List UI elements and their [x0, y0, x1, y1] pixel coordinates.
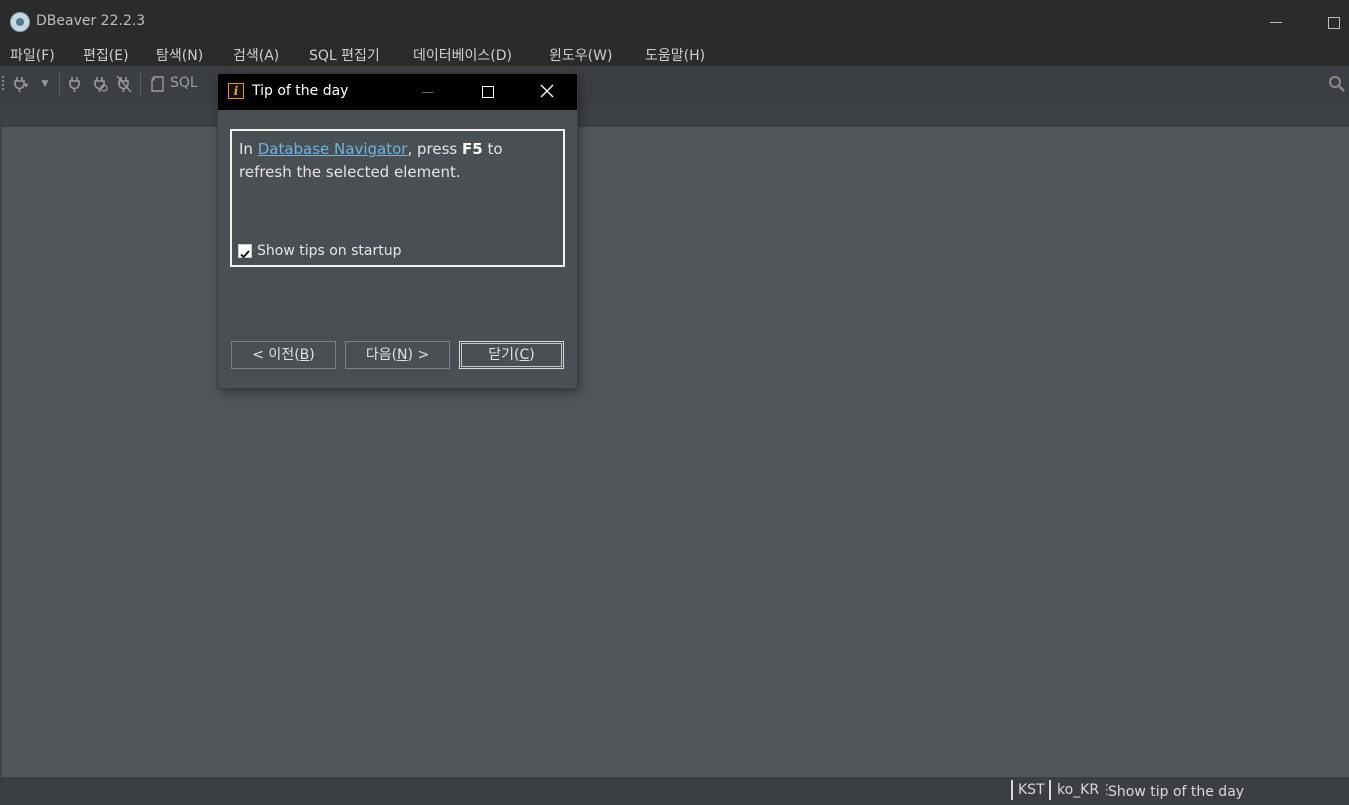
- prev-label-post: ): [309, 347, 315, 363]
- close-mnemonic: C: [519, 347, 530, 363]
- locale-indicator[interactable]: ko_KR: [1057, 782, 1099, 798]
- close-button[interactable]: 닫기(C): [459, 341, 564, 369]
- next-button[interactable]: 다음(N) >: [345, 341, 450, 369]
- minimize-button[interactable]: [1270, 10, 1284, 30]
- tip-of-the-day-dialog: i Tip of the day In Database Navigator, …: [218, 74, 577, 388]
- show-tips-label[interactable]: Show tips on startup: [257, 243, 402, 259]
- dialog-titlebar[interactable]: i Tip of the day: [218, 74, 577, 110]
- main-toolbar: ▼ SQL: [0, 66, 1349, 103]
- timezone-indicator[interactable]: KST: [1018, 782, 1045, 798]
- menu-database[interactable]: 데이터베이스(D): [413, 45, 512, 65]
- status-message: Show tip of the day: [1108, 784, 1245, 800]
- info-icon: i: [228, 83, 244, 99]
- menu-file[interactable]: 파일(F): [10, 45, 55, 65]
- status-separator: [1011, 780, 1013, 800]
- toolbar-separator: [59, 72, 60, 96]
- window-titlebar: DBeaver 22.2.3: [0, 0, 1349, 42]
- checkmark-icon: [240, 250, 250, 259]
- menu-search[interactable]: 검색(A): [233, 45, 279, 65]
- dbeaver-logo-icon: [10, 12, 30, 32]
- next-mnemonic: N: [397, 347, 408, 363]
- prev-label-pre: < 이전(: [252, 347, 300, 363]
- search-icon[interactable]: [1328, 75, 1346, 93]
- toolbar-grip[interactable]: [2, 76, 4, 92]
- close-label-pre: 닫기(: [488, 347, 520, 363]
- new-connection-icon[interactable]: [12, 75, 28, 93]
- tip-prefix: In: [239, 140, 258, 158]
- dialog-title: Tip of the day: [252, 83, 349, 99]
- menu-bar: 파일(F) 편집(E) 탐색(N) 검색(A) SQL 편집기 데이터베이스(D…: [0, 42, 1349, 66]
- maximize-button[interactable]: [1328, 17, 1340, 29]
- tip-text: In Database Navigator, press F5 to refre…: [239, 138, 557, 184]
- dialog-minimize-button: [421, 84, 435, 100]
- window-title: DBeaver 22.2.3: [36, 13, 146, 29]
- menu-edit[interactable]: 편집(E): [83, 45, 129, 65]
- next-label-post: ) >: [407, 347, 430, 363]
- tip-content-box: In Database Navigator, press F5 to refre…: [230, 129, 565, 267]
- tip-middle: , press: [407, 140, 462, 158]
- status-bar: KST ko_KR ⋮ Show tip of the day: [0, 777, 1349, 805]
- close-icon: [540, 84, 554, 98]
- disconnect-icon[interactable]: [116, 75, 132, 93]
- toolbar-separator: [140, 72, 141, 96]
- status-separator: [1049, 780, 1051, 800]
- menu-navigate[interactable]: 탐색(N): [156, 45, 203, 65]
- menu-window[interactable]: 윈도우(W): [549, 45, 612, 65]
- database-navigator-link[interactable]: Database Navigator: [258, 140, 408, 158]
- tip-shortcut-key: F5: [461, 140, 483, 158]
- invalidate-reconnect-icon[interactable]: [92, 75, 108, 93]
- close-label-post: ): [529, 347, 535, 363]
- chevron-down-icon[interactable]: ▼: [37, 75, 53, 93]
- editor-tab-strip: [0, 103, 1349, 127]
- menu-sql-editor[interactable]: SQL 편집기: [309, 45, 380, 65]
- sql-editor-icon[interactable]: [150, 75, 166, 93]
- dialog-maximize-button[interactable]: [482, 86, 494, 98]
- sql-button-label[interactable]: SQL: [170, 75, 198, 91]
- next-label-pre: 다음(: [365, 347, 398, 363]
- dialog-close-button[interactable]: [539, 83, 555, 99]
- prev-mnemonic: B: [299, 347, 310, 363]
- connect-icon[interactable]: [67, 75, 83, 93]
- menu-help[interactable]: 도움말(H): [645, 45, 705, 65]
- left-panel-edge: [0, 127, 2, 777]
- previous-button[interactable]: < 이전(B): [231, 341, 336, 369]
- show-tips-checkbox[interactable]: [238, 244, 252, 259]
